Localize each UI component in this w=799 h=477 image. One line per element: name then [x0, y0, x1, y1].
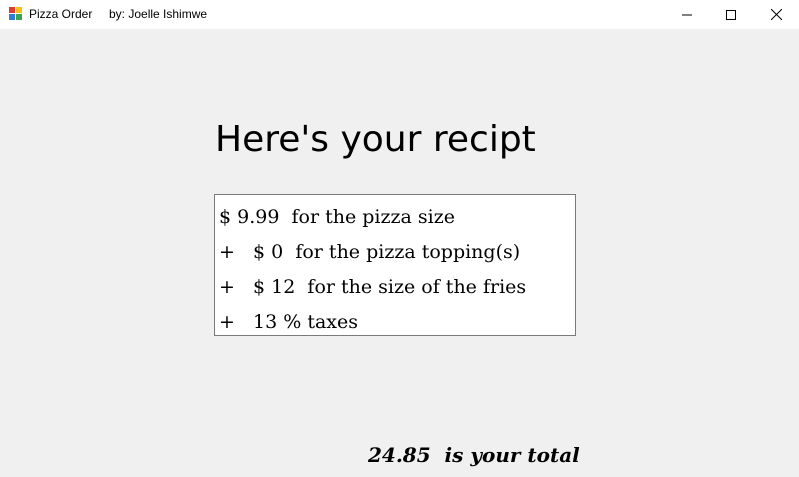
- total-label: 24.85 is your total: [368, 443, 580, 467]
- receipt-line-taxes: + 13 % taxes: [219, 311, 359, 333]
- close-button[interactable]: [753, 0, 799, 29]
- window-title: Pizza Order: [29, 7, 93, 21]
- receipt-textbox[interactable]: $ 9.99 for the pizza size + $ 0 for the …: [214, 194, 576, 336]
- close-icon: [770, 9, 782, 20]
- maximize-icon: [726, 9, 736, 20]
- window-author: by: Joelle Ishimwe: [109, 7, 208, 21]
- app-form-icon: [9, 7, 22, 20]
- receipt-line-pizza-size: $ 9.99 for the pizza size: [219, 206, 455, 228]
- receipt-line-toppings: + $ 0 for the pizza topping(s): [219, 241, 521, 263]
- receipt-line-fries: + $ 12 for the size of the fries: [219, 276, 527, 298]
- receipt-heading: Here's your recipt: [215, 119, 536, 160]
- minimize-button[interactable]: [664, 0, 710, 29]
- minimize-icon: [682, 14, 692, 15]
- pizza-order-window: Pizza Order by: Joelle Ishimwe Here's yo…: [0, 0, 799, 477]
- title-bar[interactable]: Pizza Order by: Joelle Ishimwe: [0, 0, 799, 29]
- maximize-button[interactable]: [708, 0, 754, 29]
